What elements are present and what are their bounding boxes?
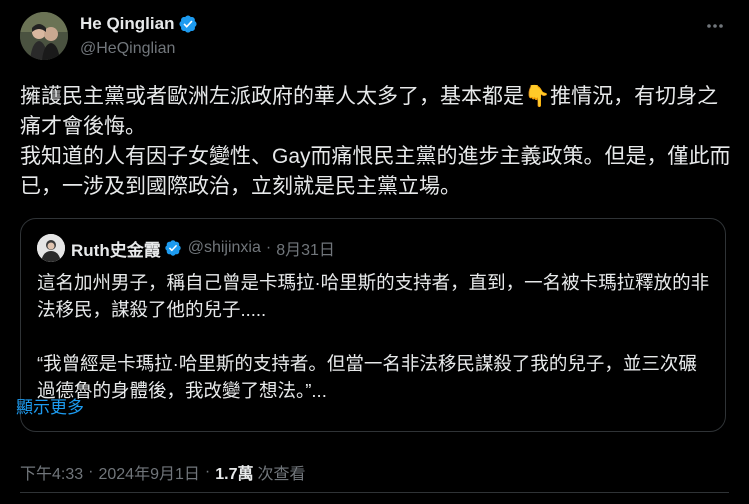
quoted-tweet-text: 這名加州男子，稱自己曾是卡瑪拉·哈里斯的支持者，直到，一名被卡瑪拉釋放的非法移民… xyxy=(37,269,713,404)
tweet-text-line-2: 我知道的人有因子女變性、Gay而痛恨民主黨的進步主義政策。但是，僅此而已，一涉及… xyxy=(20,145,731,198)
tweet-metadata: 下午4:33 · 2024年9月1日 · 1.7萬 次查看 xyxy=(20,460,305,484)
show-more-link[interactable]: 顯示更多 xyxy=(16,393,84,418)
verified-badge-icon xyxy=(165,240,181,256)
tweet-text-line-1: 擁護民主黨或者歐洲左派政府的華人太多了，基本都是👇推情況，有切身之痛才會後悔。 xyxy=(20,85,719,138)
meta-separator: · xyxy=(88,463,94,480)
quoted-paragraph-2: “我曾經是卡瑪拉·哈里斯的支持者。但當一名非法移民謀殺了我的兒子，並三次碾過德魯… xyxy=(37,353,697,401)
quoted-author-display-name: Ruth史金霞 xyxy=(71,240,161,260)
author-name-row: He Qinglian xyxy=(80,14,198,34)
quoted-paragraph-1: 這名加州男子，稱自己曾是卡瑪拉·哈里斯的支持者，直到，一名被卡瑪拉釋放的非法移民… xyxy=(37,272,710,320)
quoted-tweet-header: Ruth史金霞 @shijinxia · 8月31日 xyxy=(37,234,335,262)
more-horizontal-icon xyxy=(707,24,723,28)
tweet-date[interactable]: 2024年9月1日 xyxy=(98,460,199,484)
quoted-author-handle: @shijinxia xyxy=(187,239,261,256)
author-handle[interactable]: @HeQinglian xyxy=(80,40,175,58)
author-display-name[interactable]: He Qinglian xyxy=(80,14,174,34)
quoted-author-avatar xyxy=(37,234,65,262)
views-count[interactable]: 1.7萬 xyxy=(215,460,253,484)
quoted-date: 8月31日 xyxy=(276,242,335,259)
tweet-text: 擁護民主黨或者歐洲左派政府的華人太多了，基本都是👇推情況，有切身之痛才會後悔。 … xyxy=(20,82,732,202)
more-options-button[interactable] xyxy=(701,14,729,38)
divider xyxy=(20,492,729,493)
tweet: He Qinglian @HeQinglian 擁護民主黨或者歐洲左派政府的華人… xyxy=(0,0,749,504)
tweet-time[interactable]: 下午4:33 xyxy=(20,460,83,484)
verified-badge-icon xyxy=(179,15,198,33)
meta-separator: · xyxy=(204,463,211,480)
author-avatar[interactable] xyxy=(20,12,68,60)
quoted-separator: · xyxy=(265,239,272,256)
views-label: 次查看 xyxy=(257,466,306,483)
quoted-tweet-card[interactable]: Ruth史金霞 @shijinxia · 8月31日 這名加州男子，稱自己曾是卡… xyxy=(20,218,726,432)
